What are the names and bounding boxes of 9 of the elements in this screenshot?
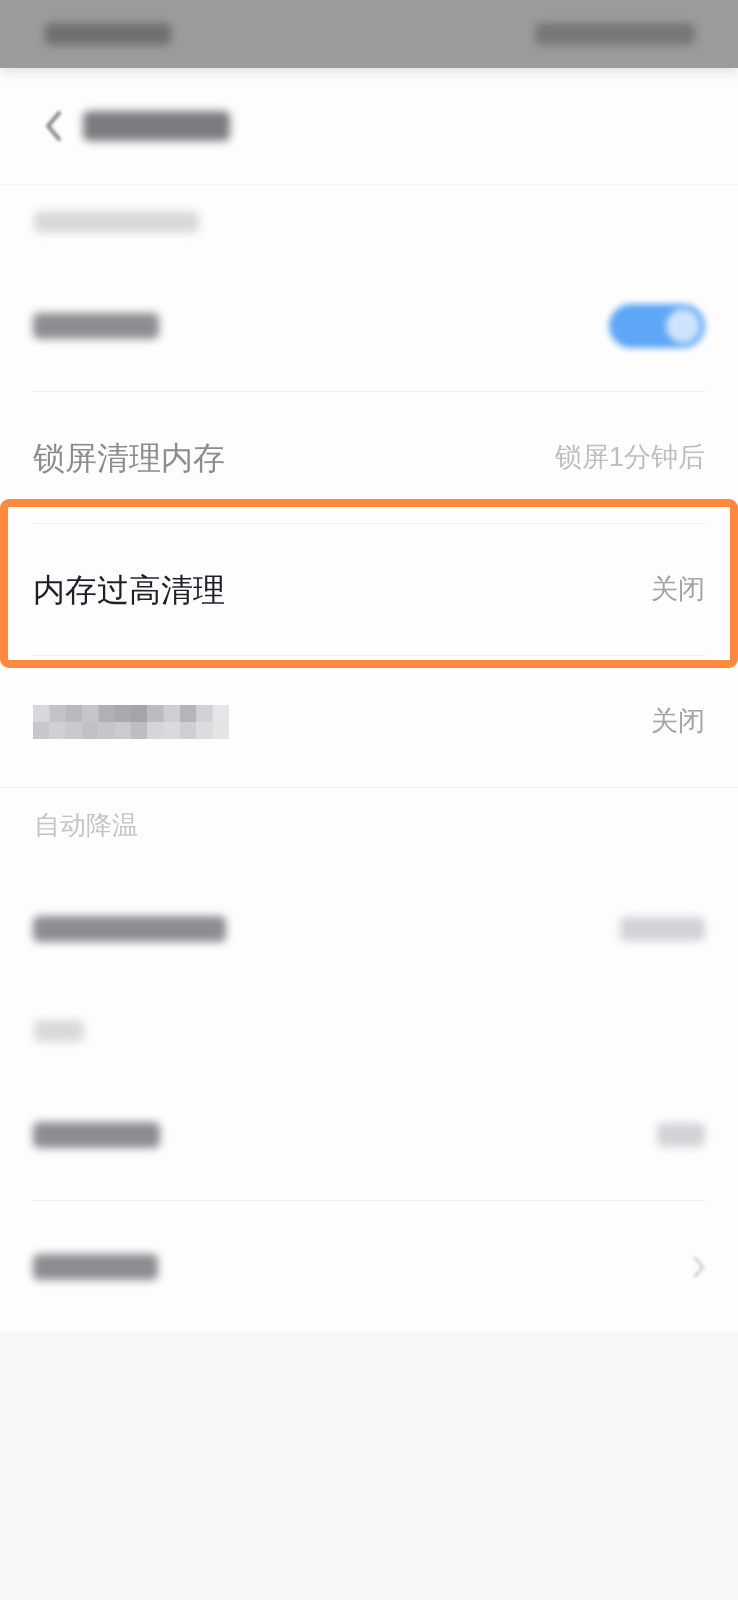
section-header: 自动降温 [34,808,138,842]
setting-label: 锁屏清理内存 [33,438,225,478]
back-icon[interactable] [45,111,61,141]
setting-value[interactable]: 关闭 [651,572,705,607]
chevron-icon [693,1255,705,1278]
toggle-switch[interactable] [609,303,705,348]
setting-value[interactable]: 锁屏1分钟后 [554,440,705,475]
setting-value[interactable]: 关闭 [651,704,705,739]
setting-label: 内存过高清理 [33,570,225,610]
